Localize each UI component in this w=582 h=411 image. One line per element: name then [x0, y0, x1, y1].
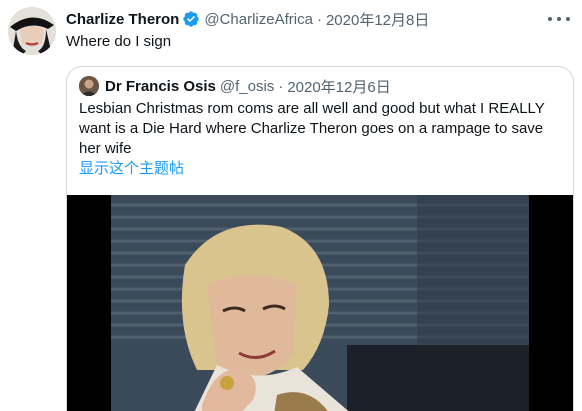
tweet[interactable]: Charlize Theron @CharlizeAfrica · 2020年1…	[0, 0, 582, 411]
separator-dot: ·	[316, 10, 322, 28]
author-handle[interactable]: @CharlizeAfrica	[204, 11, 313, 28]
separator-dot: ·	[278, 77, 284, 95]
author-name[interactable]: Charlize Theron	[66, 11, 179, 28]
quoted-tweet-date: 2020年12月6日	[287, 78, 391, 96]
author-avatar[interactable]	[8, 7, 56, 55]
quoted-author-name: Dr Francis Osis	[105, 77, 216, 95]
quoted-author-handle: @f_osis	[219, 77, 275, 95]
verified-badge-icon	[183, 11, 200, 27]
tweet-header: Charlize Theron @CharlizeAfrica · 2020年1…	[66, 9, 429, 29]
quoted-tweet-header: Dr Francis Osis @f_osis · 2020年12月6日	[79, 76, 391, 96]
quoted-tweet[interactable]: Dr Francis Osis @f_osis · 2020年12月6日 Les…	[66, 66, 574, 411]
tweet-date[interactable]: 2020年12月8日	[326, 9, 429, 30]
show-thread-link[interactable]: 显示这个主题帖	[79, 159, 184, 179]
quoted-author-avatar	[79, 76, 99, 96]
tweet-text: Where do I sign	[66, 33, 172, 50]
video-thumbnail[interactable]	[67, 195, 573, 411]
more-options-icon[interactable]	[548, 10, 570, 28]
quoted-tweet-text: Lesbian Christmas rom coms are all well …	[79, 100, 545, 157]
